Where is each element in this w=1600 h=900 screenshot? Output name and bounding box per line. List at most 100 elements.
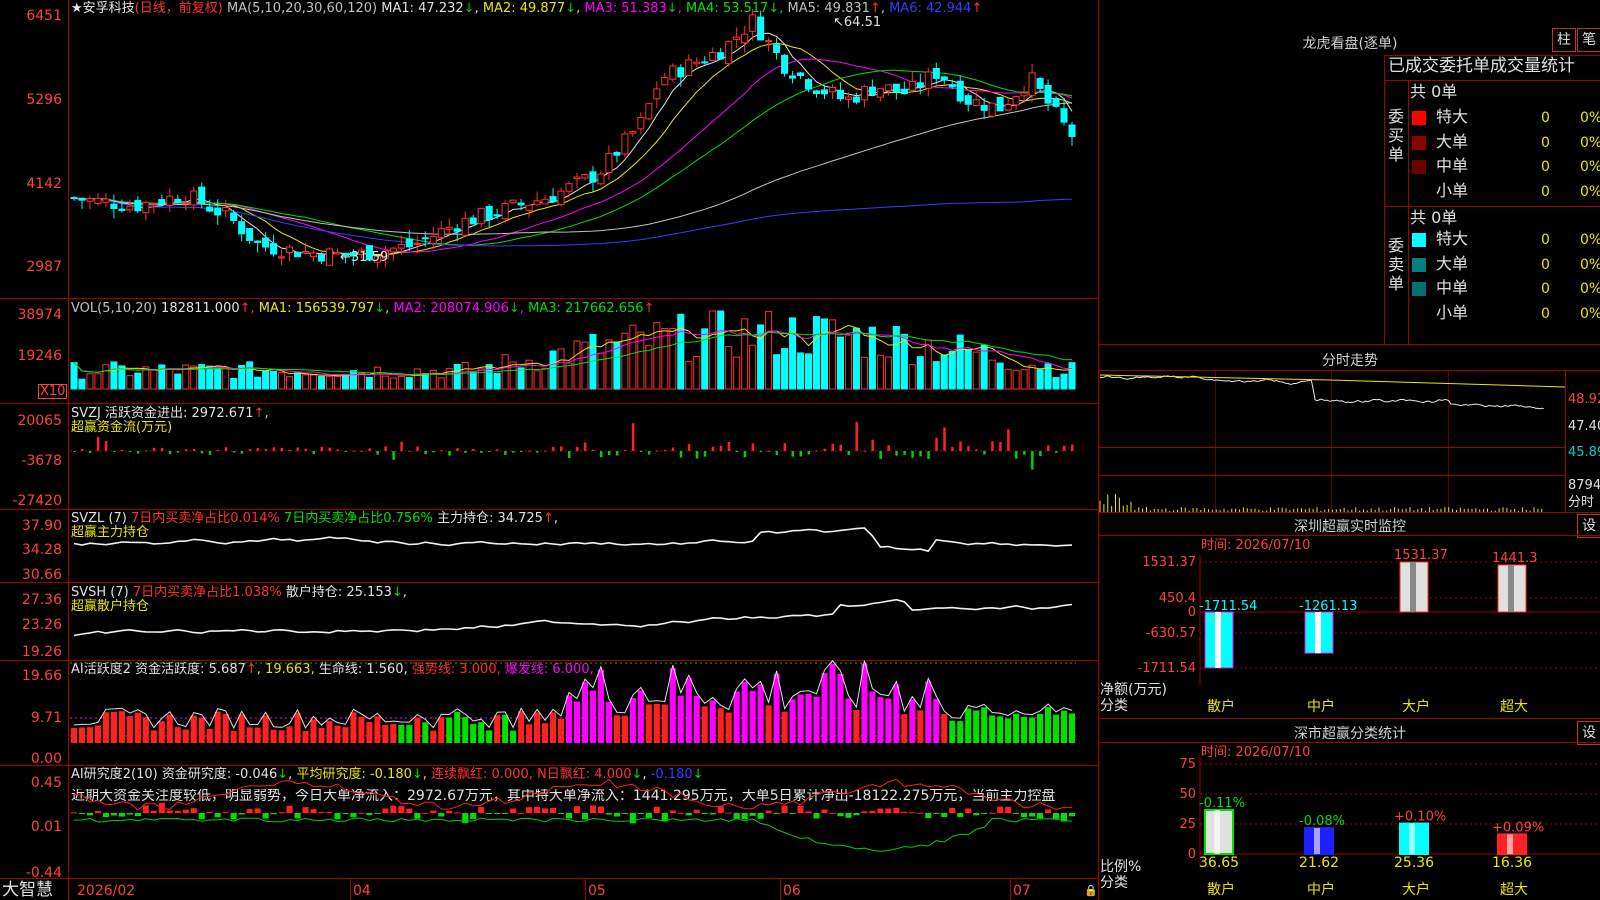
research-bar bbox=[941, 813, 948, 818]
candle-body bbox=[653, 88, 661, 100]
candle bbox=[549, 188, 557, 203]
flow-bar bbox=[296, 447, 300, 451]
volume-bar bbox=[669, 328, 677, 390]
flow-bar bbox=[504, 451, 507, 455]
candle-body bbox=[781, 54, 789, 74]
buy-total: 共 0单 bbox=[1410, 82, 1458, 101]
candle bbox=[677, 64, 685, 87]
volume-bar bbox=[94, 373, 102, 390]
volume-bar bbox=[549, 350, 557, 390]
flow-bar bbox=[783, 443, 787, 451]
candle bbox=[988, 102, 996, 118]
intraday-chart[interactable] bbox=[1099, 370, 1566, 512]
flow-bar bbox=[240, 451, 244, 454]
flow-bar bbox=[815, 450, 819, 452]
candle-body bbox=[134, 200, 142, 212]
flow-bar bbox=[568, 451, 571, 459]
research-bar bbox=[669, 810, 676, 813]
research-bar bbox=[821, 809, 828, 813]
candle-body bbox=[637, 117, 645, 130]
research-bar bbox=[717, 806, 724, 813]
candle bbox=[94, 193, 102, 206]
monitor-bar-shade bbox=[1508, 564, 1514, 612]
research-bar bbox=[677, 812, 684, 814]
candle-body bbox=[517, 202, 525, 206]
volume-bar bbox=[461, 362, 469, 390]
activity-bar bbox=[334, 725, 341, 743]
research-bar bbox=[1037, 813, 1044, 819]
flow-bar bbox=[871, 439, 874, 451]
volume-bar bbox=[924, 339, 932, 390]
sz-monitor-chart[interactable]: 1531.37450.40-630.57-1711.54-1711.54散户-1… bbox=[1100, 535, 1600, 720]
flow-bar bbox=[520, 451, 523, 452]
candle bbox=[150, 203, 158, 214]
candle bbox=[1004, 98, 1012, 112]
candle bbox=[964, 93, 972, 112]
volume-bar bbox=[677, 313, 685, 390]
candle bbox=[757, 10, 765, 41]
activity-chart[interactable] bbox=[70, 659, 1096, 765]
retail-line bbox=[73, 598, 1073, 637]
research-bar bbox=[853, 813, 860, 816]
buy-side-label: 委买单 bbox=[1387, 107, 1404, 164]
sz-class-ylabel: 比例% bbox=[1100, 859, 1142, 875]
activity-bar bbox=[677, 695, 684, 743]
volume-bar bbox=[685, 360, 693, 390]
order-color-swatch bbox=[1412, 233, 1426, 247]
activity-bar bbox=[1060, 710, 1068, 743]
ai2-axis-label: 0.00 bbox=[30, 751, 62, 767]
volume-chart[interactable] bbox=[70, 298, 1096, 403]
candle bbox=[1028, 63, 1036, 102]
flow-bar bbox=[216, 449, 220, 451]
candle-body bbox=[1036, 78, 1044, 89]
candle-body bbox=[996, 96, 1004, 112]
research-bar bbox=[174, 810, 181, 813]
candle bbox=[246, 228, 254, 245]
candle bbox=[900, 81, 908, 95]
candle bbox=[741, 25, 749, 53]
activity-bar bbox=[557, 718, 565, 743]
candle-body bbox=[940, 76, 948, 81]
flow-bar bbox=[264, 448, 268, 451]
class-value-label: 21.62 bbox=[1299, 855, 1339, 871]
activity-bar bbox=[997, 716, 1004, 743]
bar-view-button[interactable]: 柱 bbox=[1552, 28, 1576, 52]
sz-class-chart[interactable]: 75 50 25 0 -0.11% 36.65 散户 -0.08% 21.62 中户 +0.10% 2… bbox=[1100, 742, 1600, 900]
flow-bar bbox=[887, 445, 890, 451]
candle-body bbox=[852, 96, 860, 103]
volume-bar bbox=[852, 327, 860, 390]
flow-bar bbox=[192, 448, 196, 451]
candle-body bbox=[549, 196, 557, 203]
main-position-chart[interactable] bbox=[70, 509, 1096, 582]
research-bar bbox=[294, 813, 301, 819]
research-bar bbox=[542, 808, 549, 813]
volume-bar bbox=[645, 345, 653, 390]
fund-flow-chart[interactable] bbox=[70, 403, 1096, 509]
research-bar bbox=[1053, 813, 1060, 819]
activity-bar bbox=[669, 668, 676, 743]
flow-bar bbox=[424, 451, 427, 455]
pen-view-button[interactable]: 笔 bbox=[1577, 28, 1600, 52]
research-bar bbox=[1005, 806, 1012, 813]
research-bar bbox=[981, 813, 988, 814]
monitor-category-label: 散户 bbox=[1207, 698, 1235, 715]
flow-bar bbox=[999, 441, 1002, 451]
candle-body bbox=[820, 89, 829, 95]
candle-body bbox=[605, 152, 613, 174]
candle-body bbox=[916, 82, 924, 88]
flow-bar bbox=[344, 451, 347, 452]
activity-bar bbox=[382, 724, 389, 743]
lock-icon[interactable]: 🔒 bbox=[1084, 885, 1098, 896]
candle bbox=[884, 84, 892, 96]
flow-bar bbox=[1023, 451, 1026, 455]
research-bar bbox=[1021, 813, 1028, 818]
flow-bar bbox=[200, 451, 204, 454]
candlestick-chart[interactable] bbox=[70, 0, 1096, 298]
research-bar bbox=[933, 813, 940, 814]
research-chart[interactable] bbox=[70, 765, 1096, 878]
retail-position-chart[interactable] bbox=[70, 582, 1096, 660]
volume-bar bbox=[661, 328, 669, 390]
flow-bar bbox=[208, 451, 212, 455]
candle-body bbox=[501, 203, 509, 220]
candle bbox=[166, 188, 174, 213]
